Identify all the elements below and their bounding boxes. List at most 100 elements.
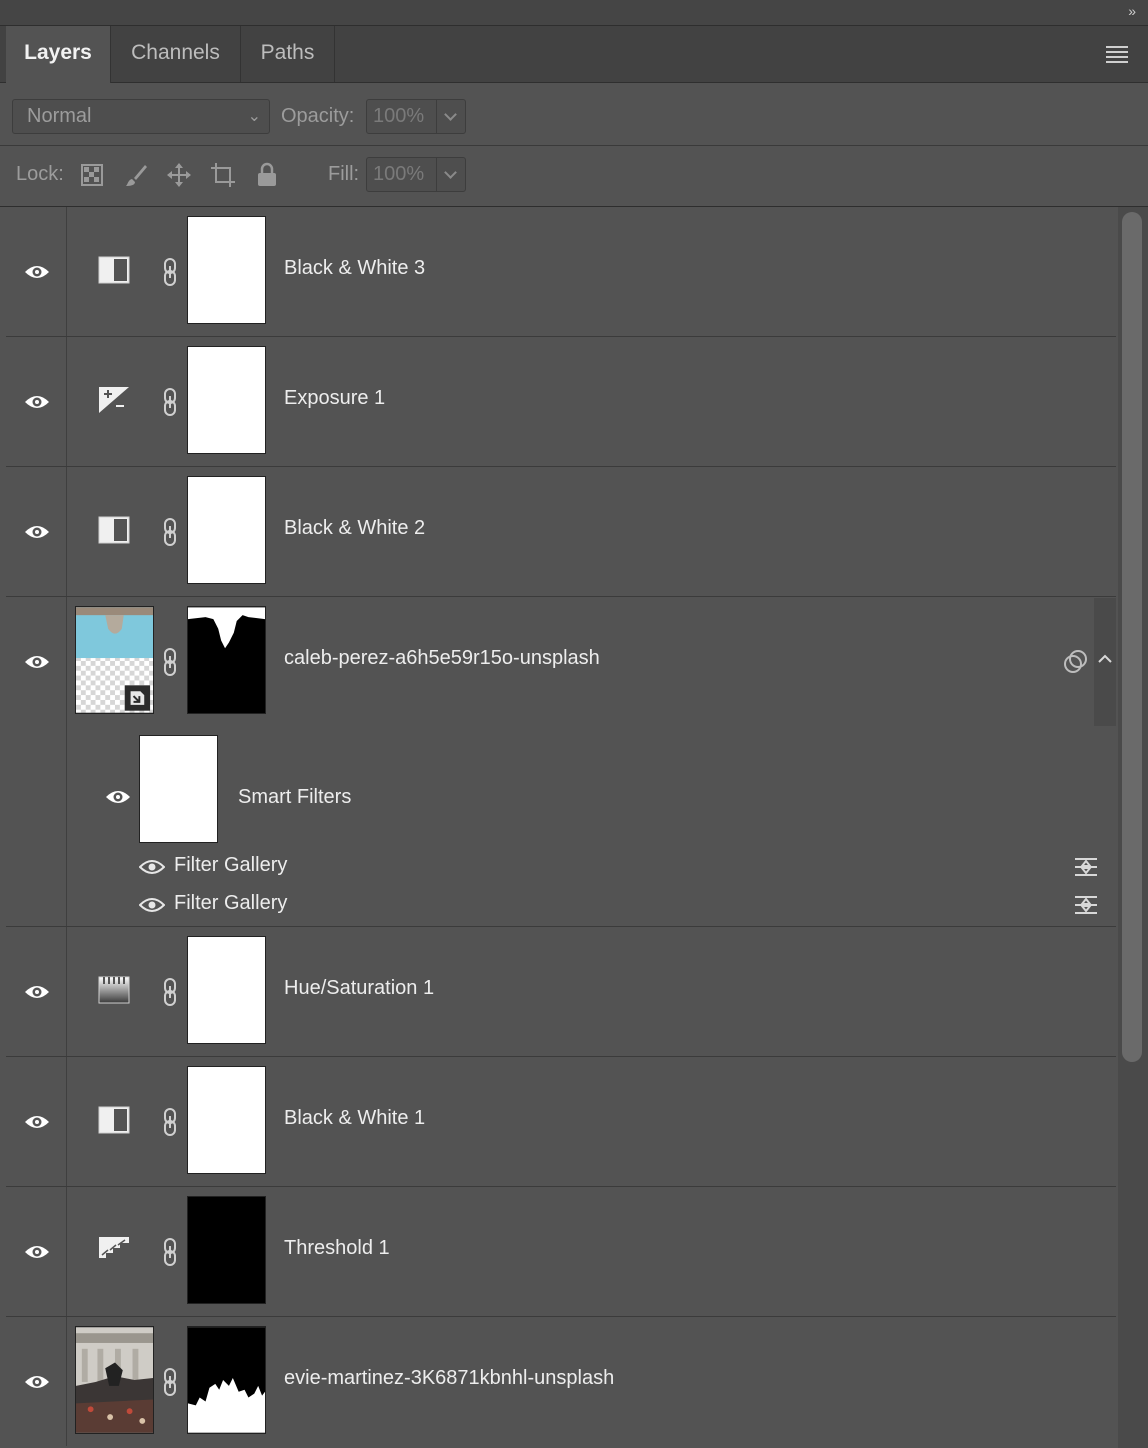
mask-link-icon[interactable] bbox=[162, 1237, 178, 1267]
visibility-eye-icon[interactable] bbox=[24, 1113, 50, 1131]
lock-artboard-icon[interactable] bbox=[210, 162, 236, 188]
lock-transparent-pixels-icon[interactable] bbox=[79, 162, 105, 188]
visibility-column bbox=[6, 207, 67, 336]
fill-field[interactable]: 100% bbox=[366, 157, 466, 192]
layer-name[interactable]: Black & White 2 bbox=[284, 517, 425, 540]
visibility-eye-icon[interactable] bbox=[24, 983, 50, 1001]
panel-top-bar: » bbox=[0, 0, 1148, 26]
mask-link-icon[interactable] bbox=[162, 517, 178, 547]
layer-row[interactable]: caleb-perez-a6h5e59r15o-unsplash bbox=[6, 597, 1116, 726]
threshold-icon bbox=[99, 1237, 129, 1263]
black-white-icon bbox=[98, 1106, 130, 1134]
tab-paths[interactable]: Paths bbox=[241, 26, 335, 82]
filter-visibility-eye-icon[interactable] bbox=[139, 858, 165, 876]
photo-thumbnail[interactable] bbox=[75, 1326, 154, 1434]
layer-mask-thumbnail[interactable] bbox=[187, 1196, 266, 1304]
lock-all-icon[interactable] bbox=[254, 162, 280, 188]
visibility-column bbox=[6, 597, 67, 726]
fill-label: Fill: bbox=[328, 163, 360, 185]
visibility-column bbox=[6, 337, 67, 466]
layer-name[interactable]: Threshold 1 bbox=[284, 1237, 390, 1260]
layer-name[interactable]: evie-martinez-3K6871kbnhl-unsplash bbox=[284, 1367, 614, 1390]
blending-options-icon[interactable] bbox=[1073, 856, 1099, 878]
visibility-eye-icon[interactable] bbox=[24, 263, 50, 281]
lock-position-icon[interactable] bbox=[166, 162, 192, 188]
smart-filters-eye-icon[interactable] bbox=[105, 788, 131, 806]
opacity-field[interactable]: 100% bbox=[366, 99, 466, 134]
visibility-eye-icon[interactable] bbox=[24, 1373, 50, 1391]
layer-name[interactable]: Black & White 3 bbox=[284, 257, 425, 280]
layer-row[interactable]: Hue/Saturation 1 bbox=[6, 927, 1116, 1057]
blend-mode-value: Normal bbox=[27, 105, 92, 127]
blending-options-icon[interactable] bbox=[1073, 894, 1099, 916]
layer-name[interactable]: Hue/Saturation 1 bbox=[284, 977, 434, 1000]
visibility-eye-icon[interactable] bbox=[24, 653, 50, 671]
smart-filter-mode-icon[interactable] bbox=[1062, 649, 1088, 675]
chevron-up-icon bbox=[1098, 654, 1112, 663]
layer-mask-thumbnail[interactable] bbox=[187, 936, 266, 1044]
mask-link-icon[interactable] bbox=[162, 257, 178, 287]
layer-mask-thumbnail[interactable] bbox=[187, 1326, 266, 1434]
visibility-column bbox=[6, 927, 67, 1056]
opacity-value: 100% bbox=[373, 105, 425, 127]
lock-label: Lock: bbox=[16, 163, 64, 185]
layer-mask-thumbnail[interactable] bbox=[187, 476, 266, 584]
hue-saturation-icon bbox=[98, 976, 130, 1004]
lock-row: Lock: Fill: 100% bbox=[0, 146, 1148, 207]
smart-filters-group: Smart Filters Filter Gallery Filter Gall… bbox=[6, 726, 1116, 927]
collapse-panel-icon[interactable]: » bbox=[1128, 3, 1136, 19]
layer-row[interactable]: Black & White 2 bbox=[6, 467, 1116, 597]
visibility-eye-icon[interactable] bbox=[24, 523, 50, 541]
mask-link-icon[interactable] bbox=[162, 1367, 178, 1397]
opacity-dropdown-button[interactable] bbox=[436, 100, 465, 133]
layer-mask-thumbnail[interactable] bbox=[187, 606, 266, 714]
layer-name[interactable]: Exposure 1 bbox=[284, 387, 385, 410]
layer-row[interactable]: Black & White 1 bbox=[6, 1057, 1116, 1187]
fill-value: 100% bbox=[373, 163, 425, 185]
black-white-icon bbox=[98, 516, 130, 544]
layer-name[interactable]: Black & White 1 bbox=[284, 1107, 425, 1130]
scrollbar-thumb[interactable] bbox=[1122, 212, 1142, 1062]
black-white-icon bbox=[98, 256, 130, 284]
blend-row: Normal ⌄ Opacity: 100% bbox=[0, 83, 1148, 146]
visibility-eye-icon[interactable] bbox=[24, 1243, 50, 1261]
layer-name[interactable]: caleb-perez-a6h5e59r15o-unsplash bbox=[284, 647, 600, 670]
mask-link-icon[interactable] bbox=[162, 647, 178, 677]
layer-mask-thumbnail[interactable] bbox=[187, 1066, 266, 1174]
tab-channels[interactable]: Channels bbox=[111, 26, 241, 82]
filter-item[interactable]: Filter Gallery bbox=[139, 890, 1099, 918]
filter-item[interactable]: Filter Gallery bbox=[139, 852, 1099, 880]
visibility-column bbox=[6, 1317, 67, 1446]
visibility-column bbox=[6, 1057, 67, 1186]
layer-row[interactable]: Exposure 1 bbox=[6, 337, 1116, 467]
mask-link-icon[interactable] bbox=[162, 977, 178, 1007]
visibility-eye-icon[interactable] bbox=[24, 393, 50, 411]
layer-row[interactable]: Threshold 1 bbox=[6, 1187, 1116, 1317]
filter-visibility-eye-icon[interactable] bbox=[139, 896, 165, 914]
panel-menu-icon[interactable] bbox=[1106, 46, 1128, 66]
smart-filters-mask-thumbnail[interactable] bbox=[139, 735, 218, 843]
panel-tabs: Layers Channels Paths bbox=[0, 26, 1148, 83]
fill-dropdown-button[interactable] bbox=[436, 158, 465, 191]
visibility-column bbox=[6, 726, 67, 926]
layer-mask-thumbnail[interactable] bbox=[187, 216, 266, 324]
visibility-column bbox=[6, 1187, 67, 1316]
layer-row[interactable]: Black & White 3 bbox=[6, 207, 1116, 337]
opacity-label: Opacity: bbox=[281, 105, 355, 127]
chevron-down-icon: ⌄ bbox=[247, 108, 261, 125]
collapse-effects-toggle[interactable] bbox=[1094, 598, 1116, 726]
lock-image-pixels-icon[interactable] bbox=[123, 162, 149, 188]
exposure-icon bbox=[99, 387, 129, 413]
smart-object-thumbnail[interactable] bbox=[75, 606, 154, 714]
tab-layers[interactable]: Layers bbox=[6, 26, 111, 83]
filter-name: Filter Gallery bbox=[174, 854, 288, 876]
mask-link-icon[interactable] bbox=[162, 1107, 178, 1137]
smart-filters-label: Smart Filters bbox=[238, 786, 352, 808]
layers-list: Black & White 3 Exposure 1 Black & White… bbox=[6, 207, 1116, 1448]
filter-name: Filter Gallery bbox=[174, 892, 288, 914]
layer-mask-thumbnail[interactable] bbox=[187, 346, 266, 454]
layer-row[interactable]: evie-martinez-3K6871kbnhl-unsplash bbox=[6, 1317, 1116, 1446]
mask-link-icon[interactable] bbox=[162, 387, 178, 417]
blend-mode-select[interactable]: Normal ⌄ bbox=[12, 99, 270, 134]
visibility-column bbox=[6, 467, 67, 596]
